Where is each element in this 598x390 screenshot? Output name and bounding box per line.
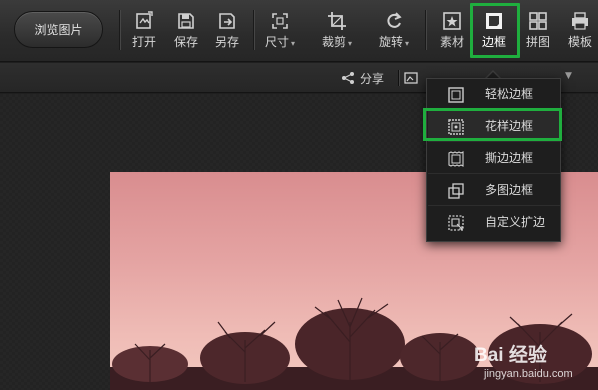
material-icon: [443, 12, 461, 30]
open-label: 打开: [131, 35, 156, 49]
crop-button[interactable]: 裁剪 ▾: [317, 6, 357, 56]
subbar-divider: [398, 70, 399, 86]
image-info-icon[interactable]: [404, 71, 418, 85]
menu-item-label: 撕边边框: [485, 151, 534, 165]
menu-item-multi-image-frame[interactable]: 多图边框: [428, 175, 560, 206]
frame-label: 边框: [481, 35, 506, 49]
template-icon: [572, 12, 588, 30]
menu-item-custom-expand[interactable]: 自定义扩边: [428, 207, 560, 238]
menu-item-label: 多图边框: [485, 183, 534, 197]
frame-icon: [486, 13, 502, 29]
save-label: 保存: [173, 35, 198, 49]
template-button[interactable]: 模板: [564, 6, 596, 56]
simple-frame-icon: [448, 87, 464, 103]
resize-button[interactable]: 尺寸 ▾: [260, 6, 300, 56]
save-icon: [178, 13, 194, 29]
crop-label: 裁剪 ▾: [321, 35, 353, 49]
resize-label: 尺寸 ▾: [264, 35, 296, 49]
open-button[interactable]: 打开: [128, 6, 160, 56]
rotate-label: 旋转 ▾: [378, 35, 410, 49]
material-button[interactable]: 素材: [436, 6, 468, 56]
toolbar-divider: [253, 10, 254, 50]
collage-label: 拼图: [525, 35, 550, 49]
watermark-url: jingyan.baidu.com: [484, 368, 573, 380]
frame-dropdown-menu: 轻松边框 花样边框 撕边边框 多图边框 自定义扩边: [426, 78, 561, 242]
menu-item-label: 花样边框: [485, 119, 534, 133]
toolbar-divider: [425, 10, 426, 50]
collage-button[interactable]: 拼图: [522, 6, 554, 56]
rotate-icon: [387, 12, 402, 28]
torn-edge-frame-icon: [448, 151, 464, 167]
save-button[interactable]: 保存: [170, 6, 202, 56]
chevron-down-icon: ▾: [348, 39, 353, 48]
multi-image-frame-icon: [448, 183, 464, 199]
menu-item-simple-frame[interactable]: 轻松边框: [428, 79, 560, 110]
menu-item-label: 轻松边框: [485, 87, 534, 101]
save-as-button[interactable]: 另存: [211, 6, 243, 56]
custom-expand-icon: [448, 215, 464, 231]
crop-icon: [328, 12, 346, 30]
chevron-down-icon: ▾: [291, 39, 296, 48]
menu-item-torn-edge-frame[interactable]: 撕边边框: [428, 143, 560, 174]
collage-icon: [529, 12, 547, 30]
template-label: 模板: [567, 35, 592, 49]
browse-images-button[interactable]: 浏览图片: [14, 11, 103, 48]
open-icon: [136, 11, 153, 29]
watermark-logo: Bai 经验: [474, 345, 547, 366]
chevron-down-icon[interactable]: ▼: [565, 71, 572, 81]
frame-button[interactable]: 边框: [478, 6, 510, 56]
chevron-down-icon: ▾: [405, 39, 410, 48]
save-as-label: 另存: [214, 35, 239, 49]
material-label: 素材: [439, 35, 464, 49]
watermark: Bai 经验 jingyan.baidu.com: [462, 340, 598, 390]
save-as-icon: [219, 13, 235, 29]
rotate-button[interactable]: 旋转 ▾: [374, 6, 414, 56]
menu-item-pattern-frame[interactable]: 花样边框: [428, 111, 560, 142]
main-toolbar: 浏览图片 打开 保存 另存 尺寸 ▾ 裁剪 ▾ 旋转 ▾ 素材 边框 拼图 模板: [0, 0, 598, 62]
share-label: 分享: [360, 71, 385, 86]
share-button[interactable]: 分享: [341, 69, 384, 87]
toolbar-divider: [119, 10, 120, 50]
menu-item-label: 自定义扩边: [485, 215, 546, 229]
pattern-frame-icon: [448, 119, 464, 135]
share-icon: [342, 72, 354, 84]
resize-icon: [272, 13, 288, 29]
